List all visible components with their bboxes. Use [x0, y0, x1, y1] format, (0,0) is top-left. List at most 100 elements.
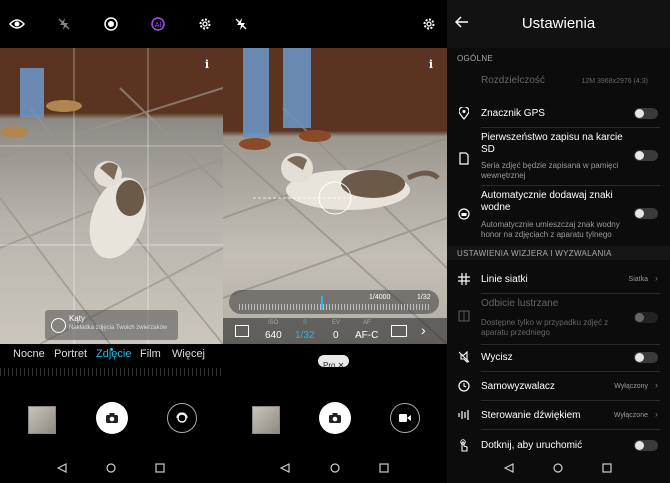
- setting-resolution-label: Rozdzielczość: [481, 75, 545, 86]
- mute-toggle[interactable]: [634, 352, 658, 363]
- slider-marker: [321, 296, 323, 310]
- mode-night[interactable]: Nocne: [13, 348, 45, 360]
- setting-sd-label-2: SD: [481, 144, 495, 155]
- info-icon[interactable]: i: [429, 58, 433, 71]
- floor-tiles: [0, 48, 223, 344]
- watermark-icon: [456, 206, 472, 222]
- settings-panel: Ustawienia OGÓLNE Rozdzielczość 12M 3968…: [447, 0, 670, 483]
- setting-touch-label: Dotknij, aby uruchomić: [481, 440, 583, 451]
- recents-nav-icon[interactable]: [379, 460, 389, 478]
- camera-top-bar: AI: [0, 0, 223, 48]
- divider: [481, 127, 660, 128]
- param-ev-label: EV: [332, 320, 341, 326]
- setting-resolution[interactable]: Rozdzielczość 12M 3968x2976 (4:3): [447, 68, 670, 92]
- shutter-speed-current: 1/32: [417, 294, 431, 301]
- mode-video[interactable]: Film: [140, 348, 161, 360]
- param-ev-value[interactable]: 0: [333, 330, 339, 341]
- mode-more[interactable]: Więcej: [172, 348, 205, 360]
- divider: [481, 371, 660, 372]
- recents-nav-icon[interactable]: [155, 460, 165, 478]
- svg-text:AI: AI: [155, 22, 162, 29]
- pet-hint-card[interactable]: Kąty Nakładka zdjęcia Twoich zwierzaków: [45, 310, 178, 340]
- recents-nav-icon[interactable]: [602, 460, 612, 478]
- shutter-button[interactable]: [96, 402, 128, 434]
- home-nav-icon[interactable]: [330, 460, 340, 478]
- grid-icon: [456, 271, 472, 287]
- ai-icon[interactable]: AI: [149, 15, 167, 33]
- gps-toggle[interactable]: [634, 108, 658, 119]
- eye-icon[interactable]: [8, 15, 26, 33]
- back-nav-icon[interactable]: [56, 460, 67, 478]
- home-nav-icon[interactable]: [106, 460, 116, 478]
- back-nav-icon[interactable]: [279, 460, 290, 478]
- settings-title: Ustawienia: [521, 15, 596, 32]
- setting-watermark[interactable]: Automatycznie dodawaj znaki wodne Automa…: [447, 188, 670, 240]
- gallery-thumbnail[interactable]: [252, 406, 280, 434]
- watermark-toggle[interactable]: [634, 208, 658, 219]
- aperture-icon[interactable]: [102, 15, 120, 33]
- viewfinder[interactable]: i Kąty Nakładka zdjęcia Twoich zwierzakó…: [0, 48, 223, 344]
- setting-timer-label: Samowyzwalacz: [481, 381, 555, 392]
- back-nav-icon[interactable]: [503, 460, 514, 478]
- setting-grid[interactable]: Linie siatki Siatka ›: [447, 268, 670, 290]
- setting-watermark-sub-1: Automatycznie umieszczaj znak wodny: [481, 220, 620, 229]
- chevron-right-icon[interactable]: ›: [421, 322, 426, 338]
- mode-portrait[interactable]: Portret: [54, 348, 87, 360]
- param-af-value[interactable]: AF-C: [355, 330, 378, 341]
- param-s-value[interactable]: 1/32: [295, 330, 314, 341]
- setting-mute-label: Wycisz: [481, 352, 513, 363]
- shutter-speed-slider[interactable]: 1/4000 1/32: [229, 290, 439, 314]
- timer-icon: [456, 378, 472, 394]
- pet-hint-text: Nakładka zdjęcia Twoich zwierzaków: [69, 325, 168, 331]
- switch-camera-button[interactable]: [167, 403, 197, 433]
- camera-photo-panel: AI i Kąty Nakładka zdjęcia Twoich zwierz…: [0, 0, 223, 483]
- setting-sd-label-1: Pierwszeństwo zapisu na karcie: [481, 132, 623, 143]
- info-icon[interactable]: i: [205, 58, 209, 71]
- touch-toggle[interactable]: [634, 440, 658, 451]
- nav-bar: [223, 456, 447, 483]
- setting-watermark-label-1: Automatycznie dodawaj znaki: [481, 190, 613, 201]
- setting-touch-capture[interactable]: Dotknij, aby uruchomić: [447, 434, 670, 456]
- setting-mirror: Odbicie lustrzane Dostępne tylko w przyp…: [447, 296, 670, 340]
- setting-sd-sub-2: wewnętrznej: [481, 171, 526, 180]
- setting-voice-value: Wyłączone: [613, 412, 648, 419]
- home-nav-icon[interactable]: [553, 460, 563, 478]
- camera-icon: [329, 413, 341, 423]
- section-general: OGÓLNE: [457, 54, 494, 63]
- switch-camera-icon: [176, 412, 188, 423]
- capture-controls: [223, 392, 447, 448]
- pro-badge[interactable]: Pro ✕: [318, 355, 350, 370]
- chevron-right-icon: ›: [655, 380, 658, 390]
- flash-off-icon[interactable]: [232, 15, 250, 33]
- mode-photo[interactable]: Zdjęcie: [96, 348, 131, 360]
- capture-controls: [0, 392, 223, 448]
- metering-icon[interactable]: [235, 325, 249, 337]
- nav-bar: [0, 456, 223, 483]
- setting-sd-card[interactable]: Pierwszeństwo zapisu na karcie SD Seria …: [447, 130, 670, 182]
- setting-mute[interactable]: Wycisz: [447, 346, 670, 368]
- setting-grid-value: Siatka: [628, 276, 648, 283]
- param-iso-label: ISO: [268, 320, 279, 326]
- param-iso-value[interactable]: 640: [265, 330, 282, 341]
- viewfinder[interactable]: i 1/4000 1/32 ISO 640 S 1/32 EV 0 AF AF-…: [223, 48, 447, 344]
- mode-switcher: Nocne Portret Zdjęcie Film Więcej: [0, 344, 223, 368]
- pro-top-bar: [223, 0, 447, 48]
- mirror-icon: [456, 308, 472, 324]
- param-s-label: S: [303, 320, 308, 326]
- sd-card-icon: [456, 150, 472, 166]
- awb-icon[interactable]: [391, 325, 407, 337]
- camera-icon: [106, 413, 118, 423]
- setting-voice-control[interactable]: Sterowanie dźwiękiem Wyłączone ›: [447, 404, 670, 426]
- gallery-thumbnail[interactable]: [28, 406, 56, 434]
- gear-icon[interactable]: [196, 15, 214, 33]
- gear-icon[interactable]: [420, 15, 438, 33]
- sd-toggle[interactable]: [634, 150, 658, 161]
- shutter-button[interactable]: [319, 402, 351, 434]
- setting-gps[interactable]: Znacznik GPS: [447, 102, 670, 124]
- setting-timer[interactable]: Samowyzwalacz Wyłączony ›: [447, 375, 670, 397]
- nav-bar: [447, 456, 670, 483]
- flash-off-icon[interactable]: [55, 15, 73, 33]
- video-record-button[interactable]: [390, 403, 420, 433]
- active-mode-indicator: [110, 348, 113, 351]
- chevron-right-icon: ›: [655, 409, 658, 419]
